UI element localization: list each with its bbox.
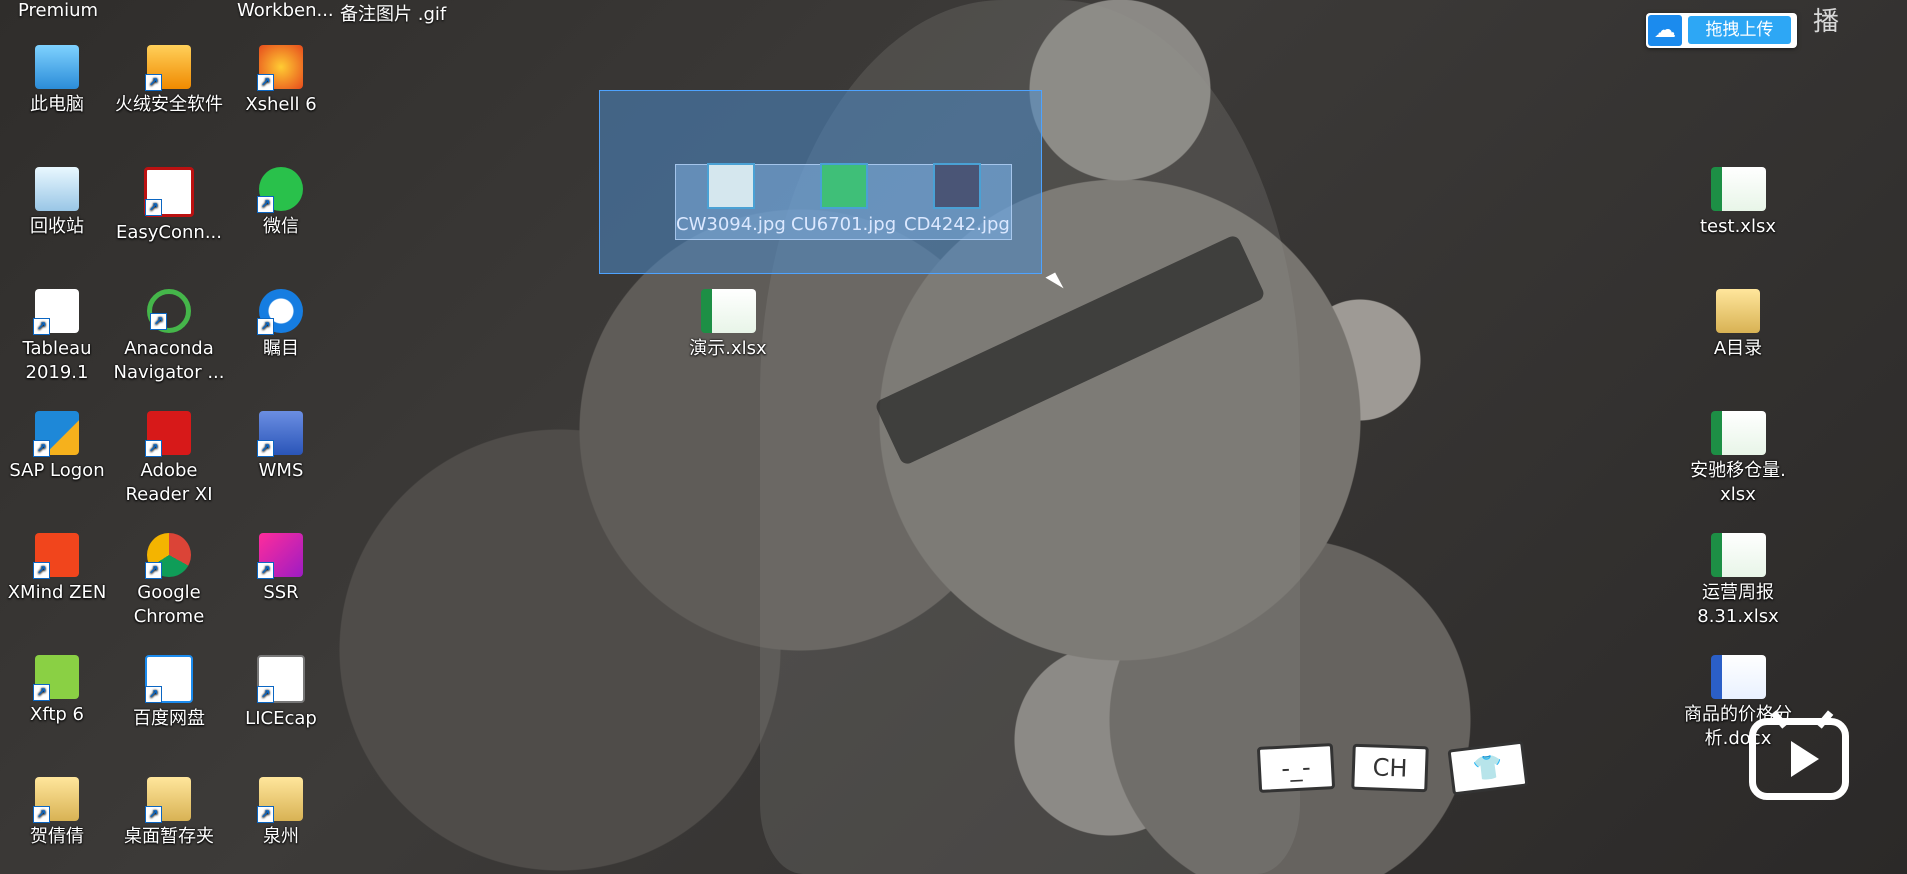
dragged-file-cu6701[interactable]: CU6701.jpg xyxy=(791,163,896,235)
chrome-icon: ↗ xyxy=(145,533,191,579)
sticker-face: -_- xyxy=(1256,743,1336,793)
cloud-upload-icon: ☁ xyxy=(1648,15,1682,46)
dragged-file-cw3094[interactable]: CW3094.jpg xyxy=(676,163,786,235)
fire-shield-icon: ↗ xyxy=(145,45,191,91)
adobe-reader-icon: ↗ xyxy=(145,411,191,457)
desktop-file-weekly-report[interactable]: 运营周报 8.31.xlsx xyxy=(1682,533,1794,629)
desktop-icon-recycle-bin[interactable]: 回收站 xyxy=(1,167,113,239)
desktop-icon-licecap[interactable]: ↗ LICEcap xyxy=(225,655,337,731)
drag-upload-label: 拖拽上传 xyxy=(1688,16,1791,44)
desktop-icon-chrome[interactable]: ↗ Google Chrome xyxy=(113,533,225,629)
word-file-icon xyxy=(1710,655,1766,699)
top-label-workbench: Workben... xyxy=(237,0,334,21)
folder-icon: ↗ xyxy=(257,777,303,823)
video-play-widget[interactable] xyxy=(1749,701,1849,806)
zhumu-icon: ↗ xyxy=(257,289,303,335)
selection-rectangle: CW3094.jpg CU6701.jpg CD4242.jpg xyxy=(599,90,1042,274)
desktop-icon-anaconda[interactable]: ↗ Anaconda Navigator ... xyxy=(113,289,225,385)
ssr-icon: ↗ xyxy=(257,533,303,579)
xshell-icon: ↗ xyxy=(257,45,303,91)
image-thumbnail-icon xyxy=(932,163,981,209)
recycle-bin-icon xyxy=(35,167,79,211)
play-triangle-icon xyxy=(1791,741,1819,777)
anaconda-icon: ↗ xyxy=(147,289,191,333)
excel-file-icon xyxy=(700,289,756,333)
desktop-icon-sap-logon[interactable]: ↗ SAP Logon xyxy=(1,411,113,483)
desktop-file-demo-xlsx[interactable]: 演示.xlsx xyxy=(672,289,784,361)
computer-icon: ↗ xyxy=(35,45,79,89)
image-thumbnail-icon xyxy=(819,163,868,209)
drag-upload-widget[interactable]: ☁ 拖拽上传 xyxy=(1646,13,1797,48)
desktop-icon-wechat[interactable]: ↗ 微信 xyxy=(225,167,337,239)
desktop-file-anchi-xlsx[interactable]: 安驰移仓量. xlsx xyxy=(1682,411,1794,507)
excel-file-icon xyxy=(1710,167,1766,211)
tableau-icon: ↗ xyxy=(33,289,79,335)
folder-icon: ↗ xyxy=(145,777,191,823)
desktop-file-test-xlsx[interactable]: test.xlsx xyxy=(1682,167,1794,239)
desktop-folder-a-directory[interactable]: A目录 xyxy=(1682,289,1794,361)
top-label-gif: 备注图片 .gif xyxy=(340,4,447,25)
folder-icon: ↗ xyxy=(33,777,79,823)
baidu-netdisk-icon: ↗ xyxy=(145,655,193,703)
desktop-icon-adobe-reader[interactable]: ↗ Adobe Reader XI xyxy=(113,411,225,507)
xftp-icon: ↗ xyxy=(33,655,79,701)
sticker-shirt: 👕 xyxy=(1447,740,1529,796)
desktop-icon-huorong[interactable]: ↗ 火绒安全软件 xyxy=(113,45,225,117)
desktop-icon-easyconnect[interactable]: ↗ EasyConn... xyxy=(113,167,225,245)
wechat-icon: ↗ xyxy=(257,167,303,213)
folder-icon xyxy=(1716,289,1760,333)
wms-icon: ↗ xyxy=(257,411,303,457)
xmind-icon: ↗ xyxy=(33,533,79,579)
excel-file-icon xyxy=(1710,533,1766,577)
desktop-icon-this-pc[interactable]: ↗此电脑 xyxy=(1,45,113,117)
desktop-icon-tableau[interactable]: ↗ Tableau 2019.1 xyxy=(1,289,113,385)
mouse-pointer-icon xyxy=(1045,272,1064,294)
easyconnect-icon: ↗ xyxy=(144,167,194,217)
desktop-icon-temp-folder[interactable]: ↗ 桌面暂存夹 xyxy=(113,777,225,849)
desktop-icon-xmind[interactable]: ↗ XMind ZEN xyxy=(1,533,113,605)
licecap-icon: ↗ xyxy=(257,655,305,703)
sticker-ch: CH xyxy=(1351,743,1429,793)
upload-side-text: 播 xyxy=(1813,7,1840,37)
desktop-icon-ssr[interactable]: ↗ SSR xyxy=(225,533,337,605)
dragged-file-cd4242[interactable]: CD4242.jpg xyxy=(904,163,1010,235)
desktop-icon-quanzhou[interactable]: ↗ 泉州 xyxy=(225,777,337,849)
sap-icon: ↗ xyxy=(33,411,79,457)
top-label-premium: Premium xyxy=(18,0,99,21)
desktop-icon-zhumu[interactable]: ↗ 瞩目 xyxy=(225,289,337,361)
excel-file-icon xyxy=(1710,411,1766,455)
desktop-icon-baidu-netdisk[interactable]: ↗ 百度网盘 xyxy=(113,655,225,731)
desktop-icon-xftp[interactable]: ↗ Xftp 6 xyxy=(1,655,113,727)
image-thumbnail-icon xyxy=(706,163,755,209)
desktop-icon-xshell[interactable]: ↗ Xshell 6 xyxy=(225,45,337,117)
desktop-icon-wms[interactable]: ↗ WMS xyxy=(225,411,337,483)
desktop-icon-heqianqian[interactable]: ↗ 贺倩倩 xyxy=(1,777,113,849)
